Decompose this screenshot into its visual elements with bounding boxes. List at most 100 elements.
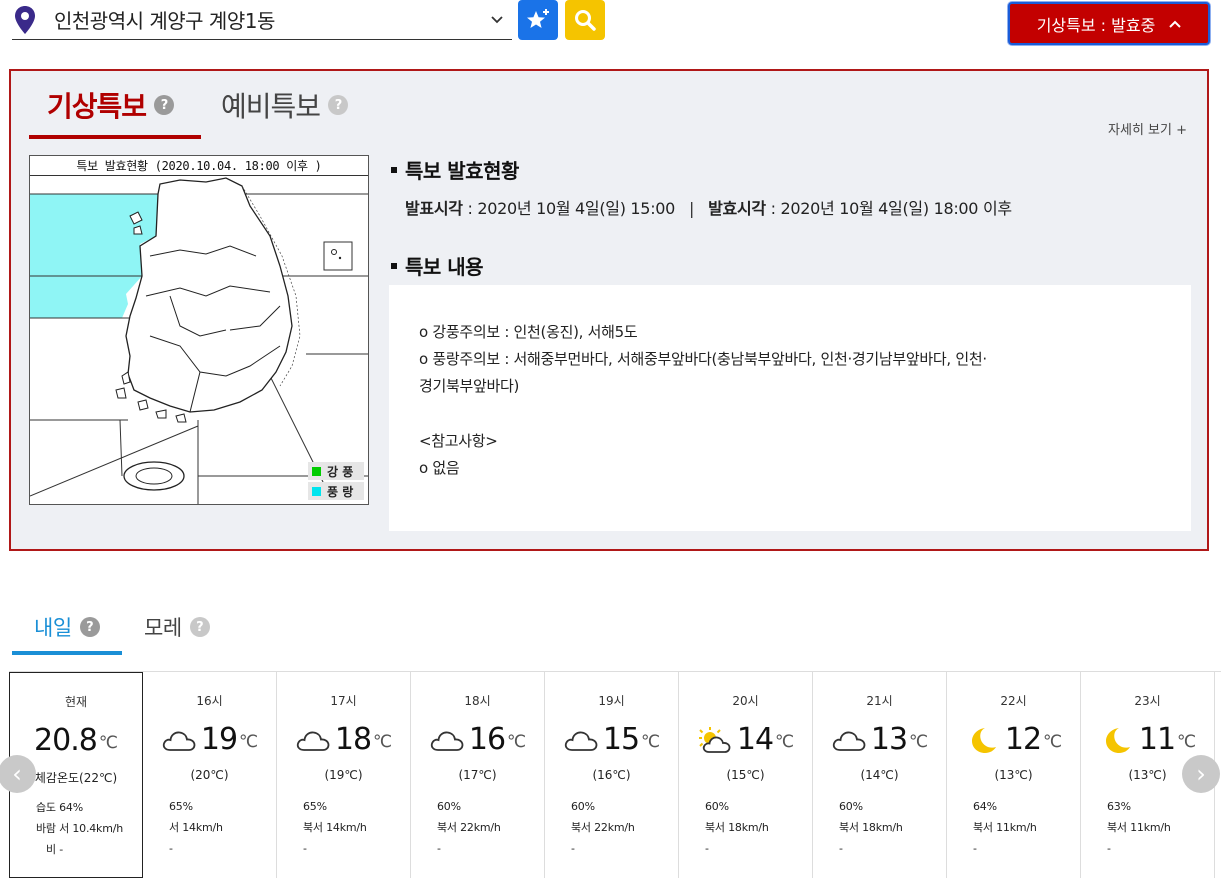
tab-day-after-label: 모레 (144, 616, 182, 640)
humidity-value: 60% (839, 800, 863, 813)
humidity-value: 습도 64% (36, 801, 83, 814)
search-button[interactable] (565, 0, 605, 40)
next-arrow-button[interactable]: › (1182, 755, 1220, 793)
tab-day-after-tomorrow[interactable]: 모레 ? (144, 612, 210, 642)
announce-value: : 2020년 10월 4일(일) 15:00 (462, 199, 676, 218)
temperature-row: 20.8 ℃ (10, 723, 142, 758)
wind-value: 북서 18km/h (839, 821, 903, 834)
feels-like: (14℃) (860, 768, 899, 782)
weather-alert-toggle-button[interactable]: 기상특보 : 발효중 (1008, 2, 1210, 45)
cloud-icon (429, 725, 465, 755)
temperature-unit: ℃ (1177, 731, 1197, 752)
cloud-icon (563, 725, 599, 755)
warning-map: 특보 발효현황 (2020.10.04. 18:00 이후 ) 강 풍 풍 랑 (29, 155, 369, 505)
legend-swatch-high-seas (312, 486, 321, 496)
search-icon (575, 10, 596, 31)
more-details-link[interactable]: 자세히 보기 + (1108, 119, 1187, 138)
hour-label: 현재 (64, 695, 88, 709)
temperature-row: 11 ℃ (1081, 722, 1214, 757)
temperature-value: 11 (1138, 722, 1176, 757)
hour-cell: 19시 15 ℃ (16℃) 60% 북서 22km/h - (545, 672, 679, 878)
temperature-unit: ℃ (775, 731, 795, 752)
help-icon[interactable]: ? (154, 95, 175, 115)
temperature-row: 19 ℃ (143, 722, 276, 757)
cloud-icon (831, 725, 867, 755)
content-line: o 강풍주의보 : 인천(옹진), 서해5도 (419, 323, 638, 341)
feels-like: (16℃) (592, 768, 631, 782)
temperature-unit: ℃ (239, 731, 259, 752)
map-title: 특보 발효현황 (2020.10.04. 18:00 이후 ) (30, 156, 368, 176)
feels-like: (17℃) (458, 768, 497, 782)
hour-label: 19시 (598, 694, 625, 708)
chevron-right-icon: › (1196, 760, 1206, 788)
weather-details: 65% 서 14km/h - (169, 796, 223, 859)
chevron-down-icon[interactable] (482, 12, 512, 28)
effective-label: 발효시각 (708, 199, 766, 218)
tab-preliminary-warning[interactable]: 예비특보 ? (221, 85, 349, 125)
humidity-value: 60% (705, 800, 729, 813)
hour-label: 18시 (464, 694, 491, 708)
bullet-square-icon (391, 262, 397, 269)
legend-item-high-seas: 풍 랑 (308, 482, 364, 500)
active-tab-underline (12, 651, 122, 655)
tab-weather-warning-label: 기상특보 (47, 90, 147, 123)
cloud-icon (161, 725, 197, 755)
alert-button-label: 기상특보 : 발효중 (1036, 15, 1156, 35)
bullet-square-icon (391, 166, 397, 173)
rain-value: - (571, 842, 575, 855)
tab-tomorrow[interactable]: 내일 ? (34, 612, 100, 642)
weather-details: 60% 북서 18km/h - (705, 796, 769, 859)
feels-like: (19℃) (324, 768, 363, 782)
wind-value: 북서 11km/h (1107, 821, 1171, 834)
location-text: 인천광역시 계양구 계양1동 (54, 9, 275, 33)
wind-value: 북서 18km/h (705, 821, 769, 834)
temperature-row: 12 ℃ (947, 722, 1080, 757)
temperature-unit: ℃ (641, 731, 661, 752)
hour-cell: 16시 19 ℃ (20℃) 65% 서 14km/h - (143, 672, 277, 878)
help-icon[interactable]: ? (79, 617, 100, 637)
tab-weather-warning[interactable]: 기상특보 ? (47, 85, 175, 125)
wind-value: 북서 11km/h (973, 821, 1037, 834)
hour-label: 23시 (1134, 694, 1161, 708)
status-heading: 특보 발효현황 (391, 155, 519, 184)
warning-content-box: o 강풍주의보 : 인천(옹진), 서해5도 o 풍랑주의보 : 서해중부먼바다… (389, 285, 1191, 531)
content-line: <참고사항> (419, 432, 498, 450)
humidity-value: 64% (973, 800, 997, 813)
rain-value: - (437, 842, 441, 855)
temperature-value: 20.8 (34, 723, 98, 758)
weather-details: 65% 북서 14km/h - (303, 796, 367, 859)
legend-swatch-gale (312, 466, 321, 476)
feels-like: (13℃) (994, 768, 1033, 782)
rain-value: - (839, 842, 843, 855)
chevron-up-icon (1169, 20, 1182, 28)
feels-like: (15℃) (726, 768, 765, 782)
feels-like: (20℃) (190, 768, 229, 782)
moon-icon (965, 725, 1001, 755)
hour-cell: 21시 13 ℃ (14℃) 60% 북서 18km/h - (813, 672, 947, 878)
weather-warning-panel: 기상특보 ? 예비특보 ? 자세히 보기 + 특보 발효현황 (2020.10.… (9, 69, 1209, 551)
content-heading-text: 특보 내용 (405, 255, 484, 279)
add-favorite-button[interactable] (518, 0, 558, 40)
weather-details: 64% 북서 11km/h - (973, 796, 1037, 859)
temperature-value: 15 (602, 722, 640, 757)
legend-label-gale: 강 풍 (327, 464, 354, 479)
temperature-unit: ℃ (98, 732, 118, 753)
active-tab-underline (29, 135, 201, 139)
location-selector[interactable]: 인천광역시 계양구 계양1동 (12, 0, 512, 40)
help-icon[interactable]: ? (328, 95, 349, 115)
weather-details: 63% 북서 11km/h - (1107, 796, 1171, 859)
temperature-value: 16 (468, 722, 506, 757)
wind-value: 서 14km/h (169, 821, 223, 834)
moon-icon (1099, 725, 1135, 755)
temperature-unit: ℃ (507, 731, 527, 752)
help-icon[interactable]: ? (189, 617, 210, 637)
weather-details: 습도 64% 바람 서 10.4km/h 비 - (36, 797, 123, 860)
temperature-row: 14 ℃ (679, 722, 812, 757)
rain-value: - (973, 842, 977, 855)
hourly-forecast-strip: 현재 20.8 ℃ 체감온도(22℃) 습도 64% 바람 서 10.4km/h… (9, 671, 1221, 878)
content-line: 경기북부앞바다) (419, 377, 520, 395)
hour-cell: 17시 18 ℃ (19℃) 65% 북서 14km/h - (277, 672, 411, 878)
effective-value: : 2020년 10월 4일(일) 18:00 이후 (765, 199, 1013, 218)
temperature-value: 13 (870, 722, 908, 757)
hour-cell: 18시 16 ℃ (17℃) 60% 북서 22km/h - (411, 672, 545, 878)
